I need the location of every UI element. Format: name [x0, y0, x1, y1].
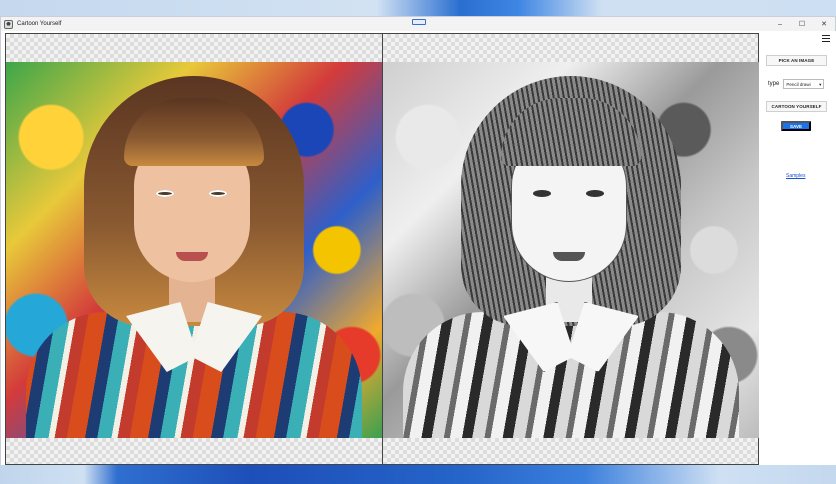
save-button[interactable]: SAVE: [781, 121, 811, 131]
type-select-value: Pencil drawi: [786, 81, 811, 87]
right-eye: [586, 190, 604, 197]
window-controls: – ☐ ✕: [769, 17, 835, 31]
samples-link[interactable]: Samples: [786, 173, 805, 179]
type-select[interactable]: Pencil drawi ▾: [783, 79, 825, 89]
desktop-wallpaper-bottom: [0, 464, 836, 484]
pick-image-button[interactable]: PICK AN IMAGE: [766, 55, 827, 66]
cartoon-yourself-button[interactable]: CARTOON YOURSELF: [766, 101, 827, 112]
mouth-shape: [176, 252, 208, 261]
app-icon: [4, 19, 13, 29]
type-label: type: [768, 81, 780, 87]
snap-layout-icon[interactable]: [412, 19, 426, 25]
title-bar[interactable]: Cartoon Yourself – ☐ ✕: [1, 17, 835, 31]
result-image: [383, 62, 759, 438]
app-window: Cartoon Yourself – ☐ ✕ PICK AN IMAGE typ…: [0, 16, 836, 465]
right-eye: [209, 190, 227, 197]
chevron-down-icon: ▾: [819, 82, 822, 87]
mouth-shape: [553, 252, 585, 261]
control-panel: PICK AN IMAGE type Pencil drawi ▾ CARTOO…: [759, 31, 836, 465]
result-image-canvas: [382, 33, 759, 465]
menu-icon[interactable]: [822, 35, 830, 42]
original-image: [6, 62, 382, 438]
window-title: Cartoon Yourself: [17, 21, 62, 27]
original-image-canvas: [5, 33, 383, 465]
left-eye: [533, 190, 551, 197]
shirt-shape: [403, 312, 739, 438]
left-eye: [156, 190, 174, 197]
type-row: type Pencil drawi ▾: [768, 79, 825, 89]
shirt-shape: [26, 312, 362, 438]
close-button[interactable]: ✕: [813, 17, 835, 31]
main-content: PICK AN IMAGE type Pencil drawi ▾ CARTOO…: [1, 31, 836, 465]
maximize-button[interactable]: ☐: [791, 17, 813, 31]
minimize-button[interactable]: –: [769, 17, 791, 31]
